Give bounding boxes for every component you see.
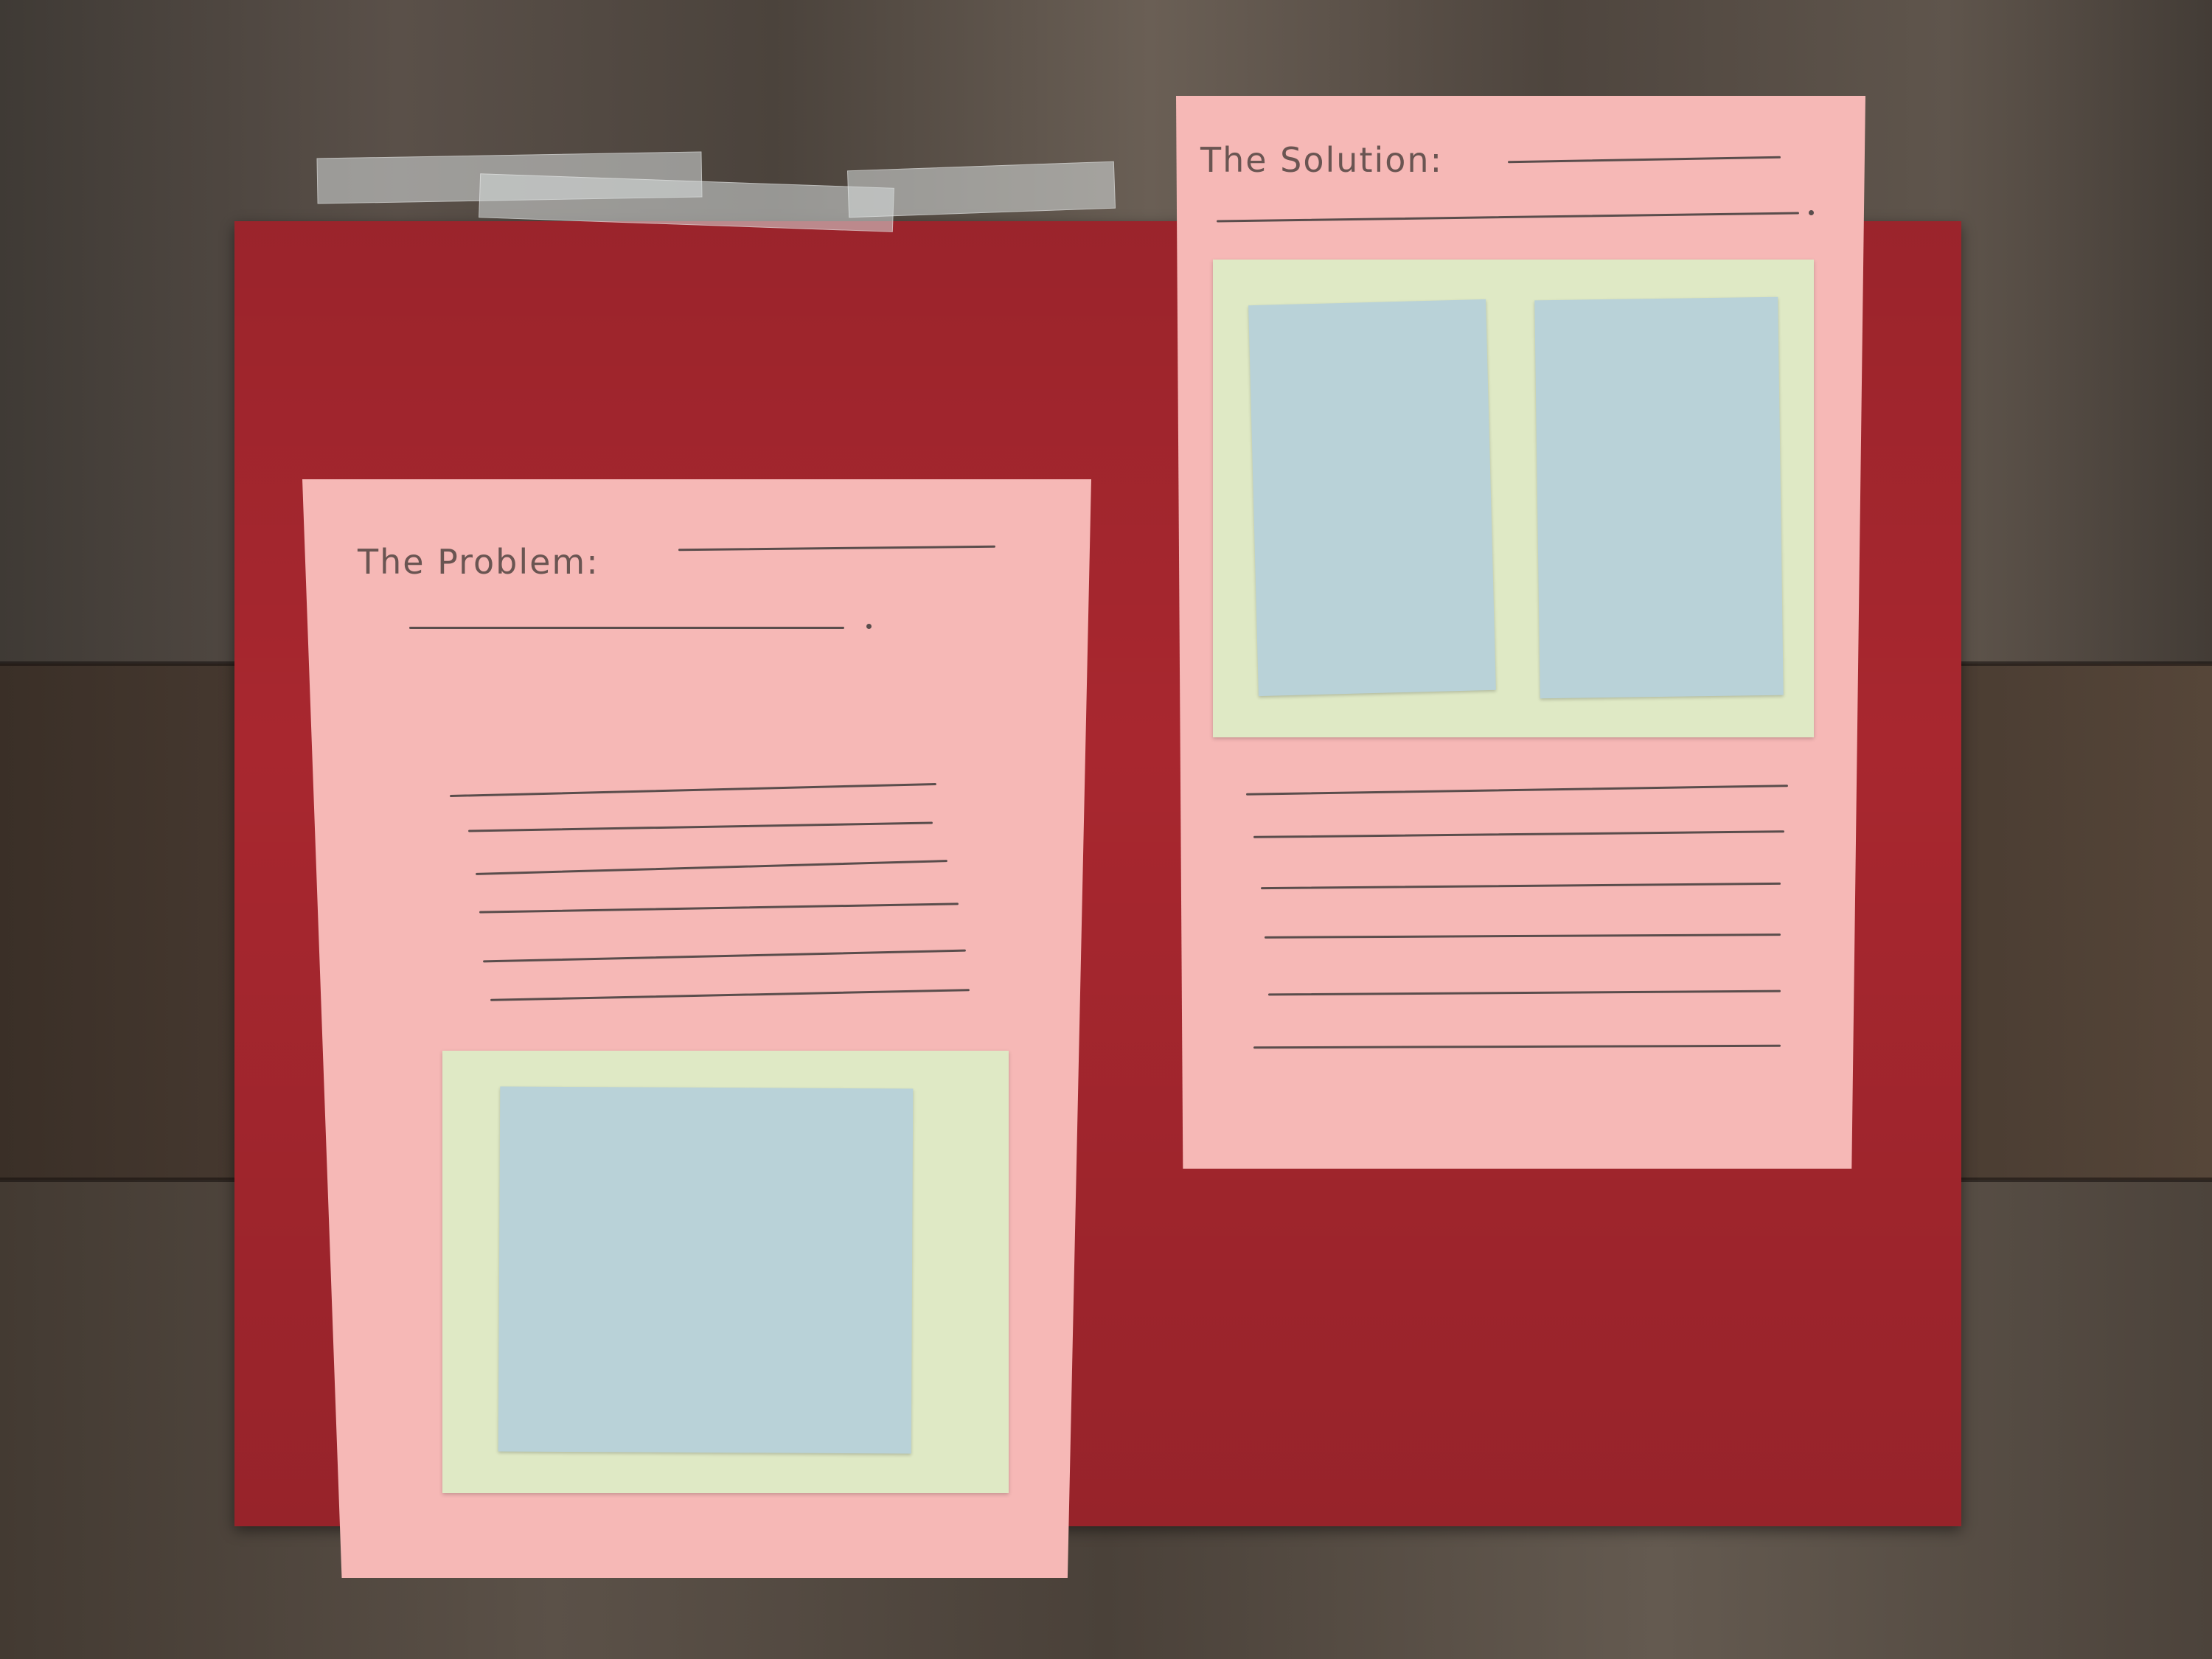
problem-heading: The Problem: <box>358 542 599 582</box>
heading-blank-line <box>409 627 844 629</box>
tape-strip <box>846 161 1116 218</box>
blue-picture-card <box>1534 296 1784 699</box>
period-mark <box>1809 210 1814 215</box>
blue-picture-card <box>498 1086 914 1454</box>
period-mark <box>866 624 872 629</box>
photo-scene: The Problem: The Solution: <box>0 0 2212 1659</box>
solution-heading: The Solution: <box>1200 140 1444 180</box>
blue-picture-card <box>1248 299 1496 697</box>
solution-heading-row: The Solution: <box>1200 140 1443 180</box>
problem-heading-row: The Problem: <box>358 542 599 582</box>
